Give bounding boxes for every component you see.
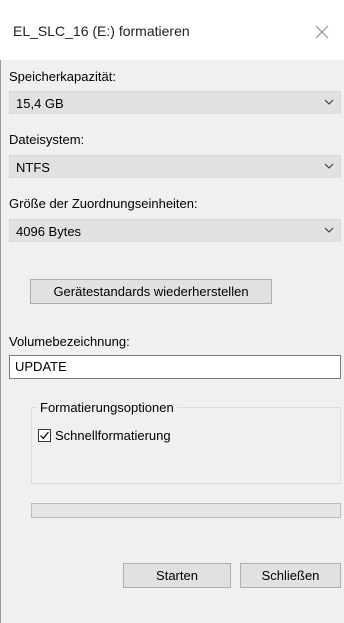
- quick-format-label: Schnellformatierung: [55, 428, 171, 443]
- capacity-value: 15,4 GB: [16, 96, 64, 111]
- allocation-value: 4096 Bytes: [16, 224, 82, 239]
- close-button[interactable]: [304, 14, 340, 50]
- title-bar[interactable]: EL_SLC_16 (E:) formatieren: [0, 0, 344, 60]
- progress-bar: [31, 503, 341, 518]
- format-options-group: [31, 407, 341, 484]
- checkmark-icon: [40, 431, 49, 440]
- format-dialog: EL_SLC_16 (E:) formatieren Speicherkapaz…: [0, 0, 344, 623]
- window-border: [0, 0, 1, 623]
- close-dialog-button[interactable]: Schließen: [240, 563, 341, 588]
- capacity-label: Speicherkapazität:: [9, 69, 116, 84]
- capacity-select[interactable]: 15,4 GB: [9, 91, 341, 114]
- restore-defaults-button[interactable]: Gerätestandards wiederherstellen: [30, 279, 272, 304]
- quick-format-option[interactable]: Schnellformatierung: [38, 428, 171, 443]
- filesystem-label: Dateisystem:: [9, 132, 85, 147]
- format-options-title: Formatierungsoptionen: [37, 400, 177, 415]
- filesystem-select[interactable]: NTFS: [9, 155, 341, 178]
- window-title: EL_SLC_16 (E:) formatieren: [13, 23, 190, 39]
- start-button[interactable]: Starten: [123, 563, 231, 588]
- chevron-down-icon: [324, 99, 334, 105]
- volume-field[interactable]: [9, 355, 341, 379]
- volume-label: Volumebezeichnung:: [9, 334, 130, 349]
- close-icon: [315, 25, 329, 39]
- chevron-down-icon: [324, 227, 334, 233]
- volume-input[interactable]: [15, 359, 315, 374]
- allocation-label: Größe der Zuordnungseinheiten:: [9, 196, 198, 211]
- filesystem-value: NTFS: [16, 160, 50, 175]
- allocation-select[interactable]: 4096 Bytes: [9, 219, 341, 242]
- quick-format-checkbox[interactable]: [38, 429, 51, 442]
- chevron-down-icon: [324, 163, 334, 169]
